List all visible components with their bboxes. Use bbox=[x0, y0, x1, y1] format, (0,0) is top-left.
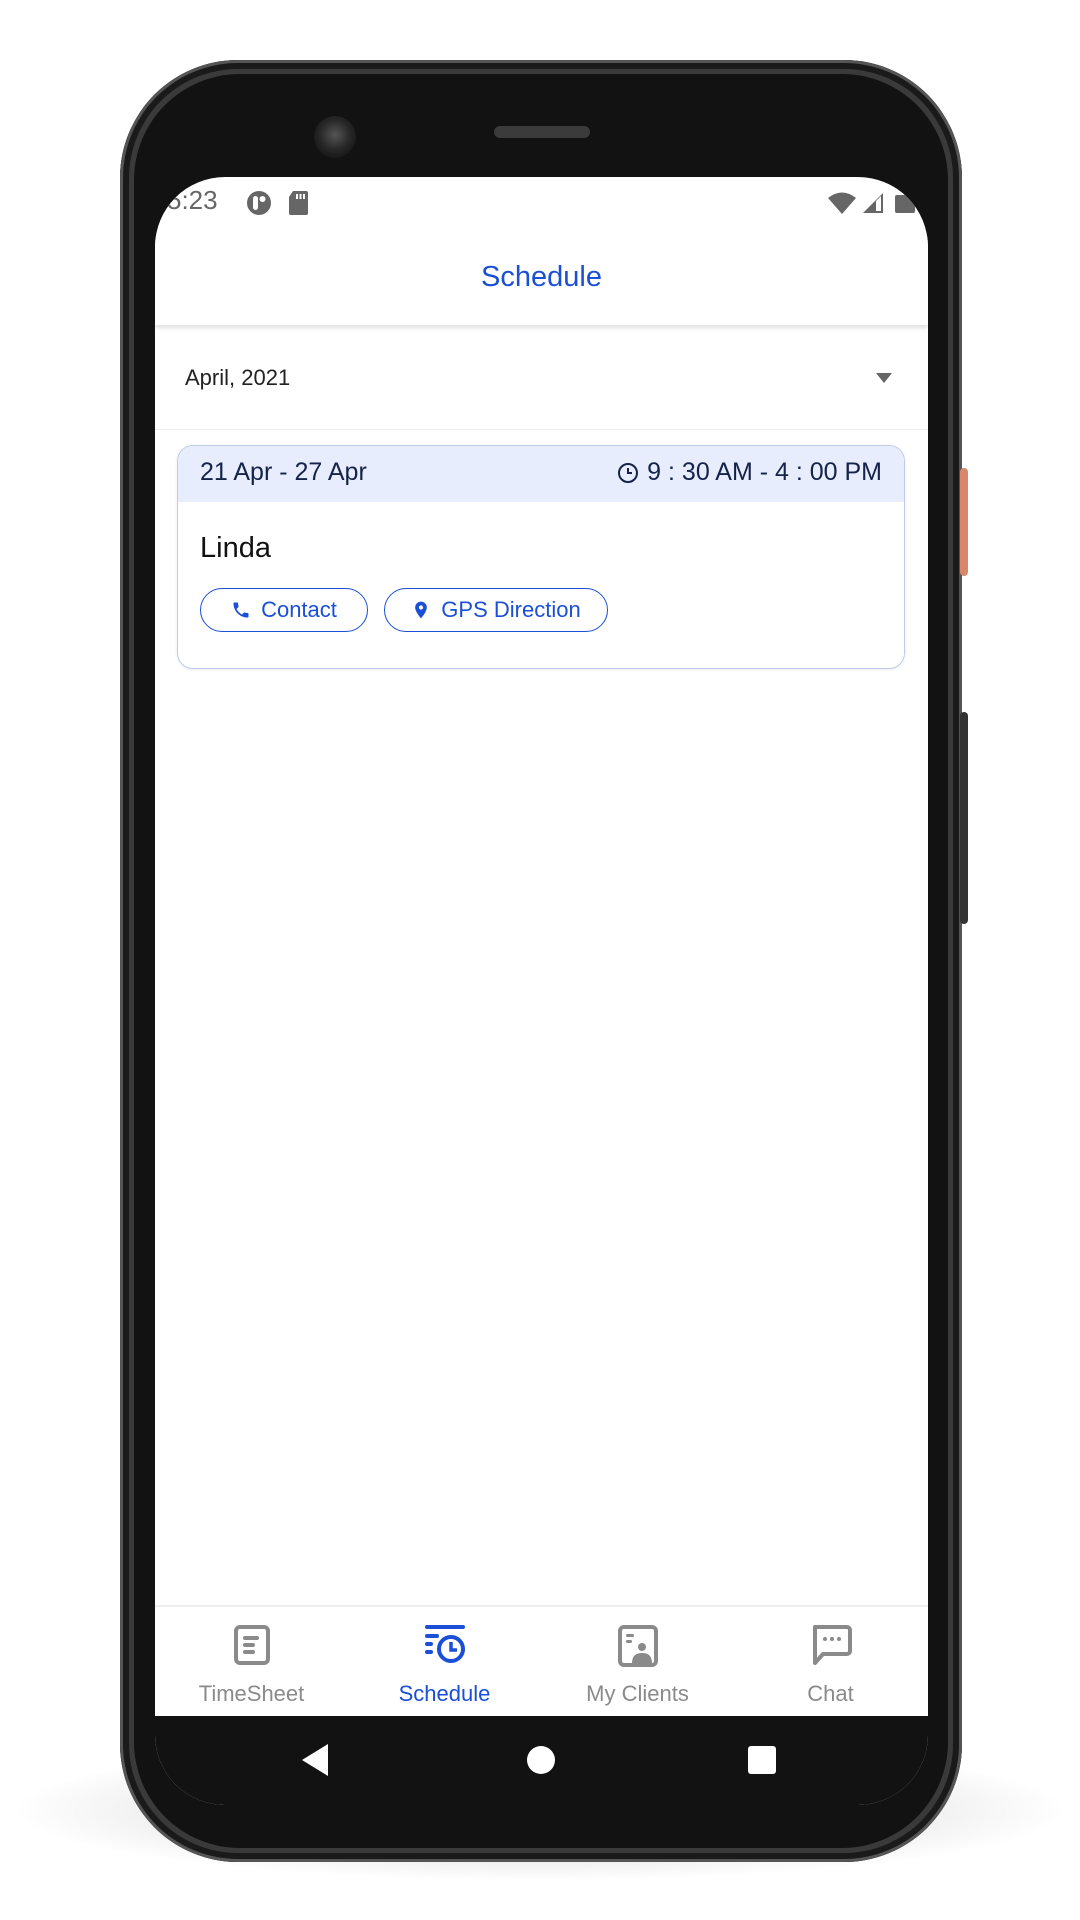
nav-label-my-clients: My Clients bbox=[586, 1681, 689, 1706]
nav-item-my-clients[interactable]: My Clients bbox=[541, 1607, 734, 1718]
status-time: 5:23 bbox=[167, 185, 218, 215]
nav-label-chat: Chat bbox=[807, 1681, 854, 1706]
client-name: Linda bbox=[200, 532, 271, 564]
sd-card-icon bbox=[289, 191, 308, 215]
chat-icon bbox=[812, 1625, 852, 1665]
status-bar: 5:23 bbox=[155, 177, 928, 235]
nav-item-schedule[interactable]: Schedule bbox=[348, 1607, 541, 1718]
caret-down-icon[interactable] bbox=[876, 373, 892, 383]
schedule-icon bbox=[424, 1625, 465, 1663]
gps-direction-label: GPS Direction bbox=[441, 597, 581, 622]
time-range-group: 9 : 30 AM - 4 : 00 PM bbox=[617, 458, 882, 487]
clients-icon bbox=[617, 1625, 658, 1667]
screen: 5:23 Schedule April, 2021 21 Apr - 27 Ap… bbox=[155, 177, 928, 1805]
system-navigation-bar bbox=[155, 1716, 928, 1805]
nav-item-chat[interactable]: Chat bbox=[734, 1607, 927, 1718]
nav-label-timesheet: TimeSheet bbox=[198, 1681, 305, 1706]
nav-label-schedule: Schedule bbox=[398, 1681, 491, 1706]
date-range: 21 Apr - 27 Apr bbox=[200, 458, 367, 486]
battery-icon bbox=[895, 195, 915, 213]
recent-apps-icon[interactable] bbox=[748, 1746, 776, 1774]
app-header: Schedule bbox=[155, 235, 928, 325]
contact-button[interactable]: Contact bbox=[200, 588, 368, 632]
timesheet-icon bbox=[233, 1625, 270, 1665]
month-value: April, 2021 bbox=[185, 365, 291, 390]
schedule-card-header: 21 Apr - 27 Apr 9 : 30 AM - 4 : 00 PM bbox=[178, 446, 904, 502]
home-icon[interactable] bbox=[527, 1746, 555, 1774]
month-selector[interactable]: April, 2021 bbox=[155, 329, 928, 430]
power-button bbox=[960, 468, 968, 576]
page-title: Schedule bbox=[481, 261, 602, 293]
volume-button bbox=[960, 712, 968, 924]
cell-signal-icon bbox=[863, 193, 883, 213]
app-notification-icon bbox=[247, 191, 271, 215]
bottom-nav: TimeSheet Schedule My Clients Chat bbox=[155, 1605, 928, 1718]
location-pin-icon bbox=[415, 601, 428, 619]
earpiece-speaker bbox=[494, 126, 590, 138]
back-icon[interactable] bbox=[302, 1744, 328, 1776]
time-range: 9 : 30 AM - 4 : 00 PM bbox=[647, 458, 882, 486]
schedule-card[interactable]: 21 Apr - 27 Apr 9 : 30 AM - 4 : 00 PM Li… bbox=[177, 445, 905, 669]
front-camera bbox=[314, 116, 356, 158]
clock-icon bbox=[618, 462, 639, 483]
phone-icon bbox=[233, 602, 249, 618]
contact-label: Contact bbox=[261, 597, 337, 622]
gps-direction-button[interactable]: GPS Direction bbox=[384, 588, 608, 632]
wifi-icon bbox=[828, 192, 856, 214]
nav-item-timesheet[interactable]: TimeSheet bbox=[155, 1607, 348, 1718]
